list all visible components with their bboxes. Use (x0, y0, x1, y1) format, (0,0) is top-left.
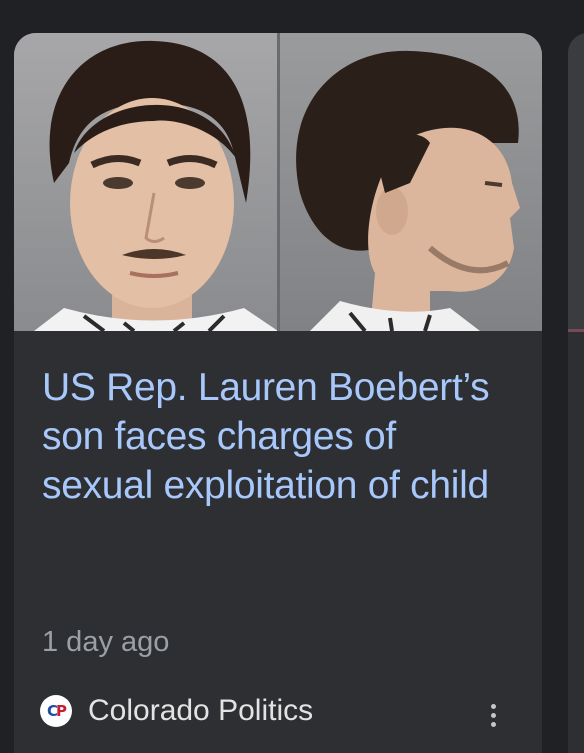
source-name: Colorado Politics (88, 694, 314, 727)
profile-view-photo (280, 33, 542, 331)
more-options-button[interactable] (478, 697, 508, 733)
more-vert-icon-dot (490, 721, 496, 727)
article-image[interactable] (14, 33, 542, 331)
source-row[interactable]: CP Colorado Politics (40, 691, 313, 731)
news-card[interactable]: US Rep. Lauren Boebert’s son faces charg… (14, 33, 542, 753)
article-headline[interactable]: US Rep. Lauren Boebert’s son faces charg… (42, 363, 512, 510)
more-vert-icon (490, 703, 496, 709)
article-time: 1 day ago (42, 626, 170, 658)
colorado-politics-logo-icon: CP (40, 695, 72, 727)
more-vert-icon-dot (490, 712, 496, 718)
next-card-image (568, 33, 584, 332)
news-feed: US Rep. Lauren Boebert’s son faces charg… (0, 0, 584, 753)
front-view-photo (14, 33, 278, 331)
next-news-card[interactable] (568, 33, 584, 753)
